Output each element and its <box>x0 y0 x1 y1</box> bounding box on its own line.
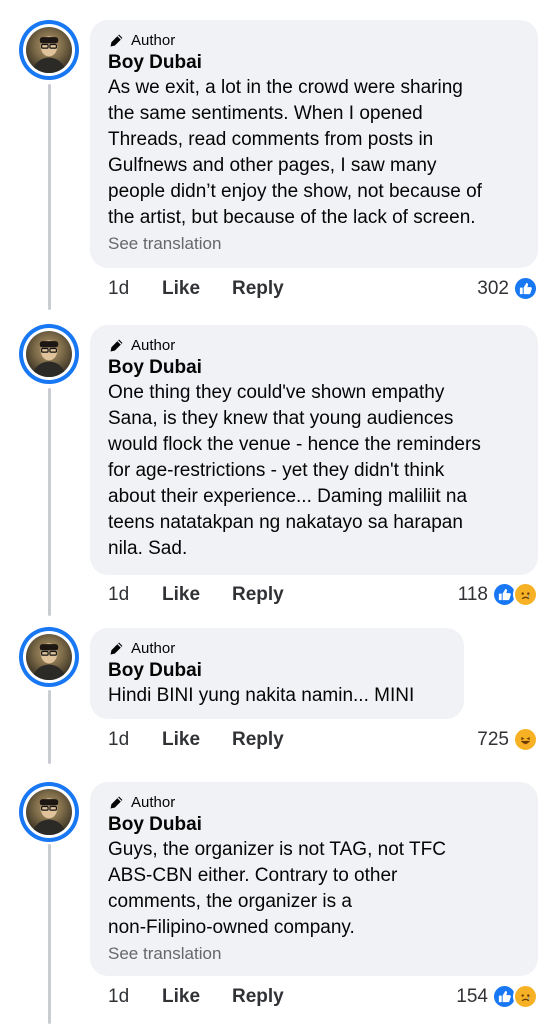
reactions-summary[interactable]: 725 <box>477 727 538 752</box>
like-icon <box>513 276 538 301</box>
like-button[interactable]: Like <box>162 986 232 1008</box>
timestamp[interactable]: 1d <box>108 729 162 751</box>
timestamp[interactable]: 1d <box>108 584 162 606</box>
reaction-count: 118 <box>457 583 488 605</box>
comment-text: Guys, the organizer is not TAG, not TFC … <box>108 839 446 938</box>
avatar[interactable] <box>19 782 79 842</box>
comment-actions: 1d Like Reply <box>108 584 284 606</box>
reply-button[interactable]: Reply <box>232 729 284 751</box>
comment-bubble: Author Boy Dubai Hindi BINI yung nakita … <box>90 628 464 719</box>
haha-icon <box>513 727 538 752</box>
like-button[interactable]: Like <box>162 729 232 751</box>
author-badge: Author <box>108 792 522 812</box>
comment-actions: 1d Like Reply <box>108 278 284 300</box>
commenter-name[interactable]: Boy Dubai <box>108 659 448 683</box>
reactions-summary[interactable]: 118 <box>458 582 538 607</box>
author-badge: Author <box>108 30 522 50</box>
commenter-name[interactable]: Boy Dubai <box>108 356 522 380</box>
sad-icon <box>513 582 538 607</box>
reaction-count: 302 <box>477 277 509 299</box>
thread-line <box>48 844 51 1024</box>
timestamp[interactable]: 1d <box>108 278 162 300</box>
author-badge-label: Author <box>131 639 176 657</box>
author-badge-label: Author <box>131 31 176 49</box>
author-badge: Author <box>108 335 522 355</box>
comment-bubble: Author Boy Dubai Guys, the organizer is … <box>90 782 538 976</box>
avatar[interactable] <box>19 324 79 384</box>
pencil-icon <box>110 339 123 351</box>
commenter-name[interactable]: Boy Dubai <box>108 813 522 837</box>
avatar[interactable] <box>19 20 79 80</box>
comment-text: One thing they could've shown empathy Sa… <box>108 382 481 559</box>
reply-button[interactable]: Reply <box>232 986 284 1008</box>
author-badge-label: Author <box>131 336 176 354</box>
reaction-count: 154 <box>456 985 488 1007</box>
thread-line <box>48 388 51 616</box>
reply-button[interactable]: Reply <box>232 584 284 606</box>
pencil-icon <box>110 642 123 654</box>
comment-text: As we exit, a lot in the crowd were shar… <box>108 77 482 228</box>
reaction-count: 725 <box>477 728 509 750</box>
reactions-summary[interactable]: 302 <box>477 276 538 301</box>
avatar[interactable] <box>19 627 79 687</box>
like-button[interactable]: Like <box>162 584 232 606</box>
see-translation-link[interactable]: See translation <box>108 943 522 965</box>
pencil-icon <box>110 34 123 46</box>
reply-button[interactable]: Reply <box>232 278 284 300</box>
comment-bubble: Author Boy Dubai As we exit, a lot in th… <box>90 20 538 268</box>
see-translation-link[interactable]: See translation <box>108 233 522 255</box>
thread-line <box>48 690 51 764</box>
pencil-icon <box>110 796 123 808</box>
comment-actions: 1d Like Reply <box>108 986 284 1008</box>
comment-actions: 1d Like Reply <box>108 729 284 751</box>
like-button[interactable]: Like <box>162 278 232 300</box>
commenter-name[interactable]: Boy Dubai <box>108 51 522 75</box>
sad-icon <box>513 984 538 1009</box>
author-badge-label: Author <box>131 793 176 811</box>
author-badge: Author <box>108 638 448 658</box>
comment-text: Hindi BINI yung nakita namin... MINI <box>108 685 415 706</box>
comment-bubble: Author Boy Dubai One thing they could've… <box>90 325 538 575</box>
reactions-summary[interactable]: 154 <box>456 984 538 1009</box>
timestamp[interactable]: 1d <box>108 986 162 1008</box>
thread-line <box>48 84 51 310</box>
